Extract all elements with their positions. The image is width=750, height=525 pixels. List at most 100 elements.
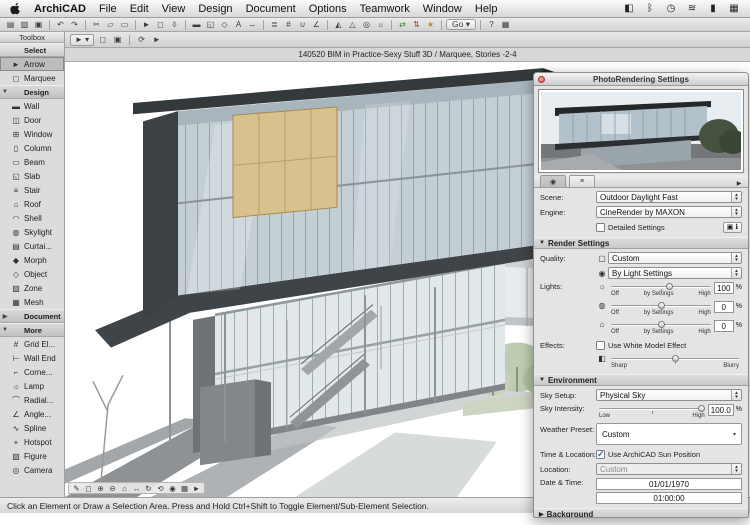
teamwork-send-icon[interactable]: ⇄: [396, 19, 409, 31]
light-intensity-slider[interactable]: [611, 301, 711, 310]
spaces-menu-icon[interactable]: ▦: [728, 3, 740, 14]
paste-icon[interactable]: ▭: [118, 19, 131, 31]
slab-tool-icon[interactable]: ◱: [204, 19, 217, 31]
slider-thumb[interactable]: [658, 321, 665, 328]
object-tool-icon[interactable]: ◇: [218, 19, 231, 31]
fit-in-window-icon[interactable]: ⌂: [119, 484, 130, 493]
tool-window[interactable]: ⊞ Window: [0, 127, 64, 141]
menu-item[interactable]: Options: [309, 3, 347, 15]
photorendering-settings-tab[interactable]: ≡: [569, 175, 595, 187]
tool-radial-dimension[interactable]: ⌒ Radial...: [0, 393, 64, 407]
sun-position-checkbox[interactable]: [596, 450, 605, 459]
camera-view-icon[interactable]: ◎: [360, 19, 373, 31]
slider-thumb[interactable]: [672, 355, 679, 362]
rotate-marquee-icon[interactable]: ⟳: [135, 34, 148, 46]
tool-roof[interactable]: ⌂ Roof: [0, 197, 64, 211]
pan-icon[interactable]: ↔: [131, 484, 142, 493]
tool-marquee[interactable]: ◻ Marquee: [0, 71, 64, 85]
battery-menu-icon[interactable]: ▮: [707, 3, 719, 14]
grid-snap-icon[interactable]: #: [282, 19, 295, 31]
zoom-box-icon[interactable]: ◻: [83, 484, 94, 493]
detailed-settings-checkbox[interactable]: [596, 223, 605, 232]
separator[interactable]: [391, 20, 392, 30]
slider-thumb[interactable]: [698, 405, 705, 412]
white-model-checkbox[interactable]: [596, 341, 605, 350]
selection-style-dropdown[interactable]: ► ▾: [70, 34, 94, 46]
render-settings-section-header[interactable]: ▼ Render Settings: [534, 237, 748, 249]
light-mode-popup[interactable]: By Light Settings: [608, 267, 742, 279]
tool-angle-dimension[interactable]: ∠ Angle...: [0, 407, 64, 421]
tool-shell[interactable]: ◠ Shell: [0, 211, 64, 225]
cut-icon[interactable]: ✂: [90, 19, 103, 31]
tool-stair[interactable]: ≡ Stair: [0, 183, 64, 197]
open-project-icon[interactable]: ▧: [18, 19, 31, 31]
go-button[interactable]: Go ▾: [446, 19, 476, 30]
text-tool-icon[interactable]: A: [232, 19, 245, 31]
menu-item[interactable]: Teamwork: [360, 3, 410, 15]
zoom-out-icon[interactable]: ⊖: [107, 484, 118, 493]
engine-extras-button[interactable]: ▣ ℹ: [723, 222, 742, 233]
toolbox-group-design[interactable]: ▼ Design: [0, 85, 64, 99]
arrow-cursor-icon[interactable]: ►: [150, 34, 163, 46]
pick-up-parameters-icon[interactable]: ◊: [168, 19, 181, 31]
help-icon[interactable]: ?: [485, 19, 498, 31]
layout-grid-icon[interactable]: ▦: [179, 484, 190, 493]
quality-popup[interactable]: Custom: [608, 252, 742, 264]
time-field[interactable]: 01:00:00: [596, 492, 742, 504]
menu-item[interactable]: Design: [198, 3, 232, 15]
separator[interactable]: [49, 20, 50, 30]
photorendering-preview-tab[interactable]: ◉: [540, 175, 566, 187]
menu-item[interactable]: Edit: [130, 3, 149, 15]
tool-corner-window[interactable]: ⌐ Corne...: [0, 365, 64, 379]
light-value-field[interactable]: 0: [714, 301, 734, 313]
tool-beam[interactable]: ▭ Beam: [0, 155, 64, 169]
wifi-menu-icon[interactable]: ≋: [686, 3, 698, 14]
redo-icon[interactable]: ↷: [68, 19, 81, 31]
environment-section-header[interactable]: ▼ Environment: [534, 374, 748, 386]
marquee-tool-icon[interactable]: ◻: [154, 19, 167, 31]
scene-popup[interactable]: Outdoor Daylight Fast: [596, 191, 742, 203]
explore-icon[interactable]: ⟲: [155, 484, 166, 493]
wall-tool-icon[interactable]: ▬: [190, 19, 203, 31]
menu-item[interactable]: View: [162, 3, 186, 15]
section-icon[interactable]: △: [346, 19, 359, 31]
tool-hotspot[interactable]: + Hotspot: [0, 435, 64, 449]
tool-curtain-wall[interactable]: ▤ Curtai...: [0, 239, 64, 253]
sky-setup-popup[interactable]: Physical Sky: [596, 389, 742, 401]
tool-column[interactable]: ▯ Column: [0, 141, 64, 155]
menu-item[interactable]: File: [99, 3, 117, 15]
light-value-field[interactable]: 100: [714, 282, 734, 294]
apple-menu[interactable]: [10, 2, 21, 15]
tool-lamp[interactable]: ☼ Lamp: [0, 379, 64, 393]
marquee-thin-icon[interactable]: ◻: [96, 34, 109, 46]
zoom-in-icon[interactable]: ⊕: [95, 484, 106, 493]
panel-titlebar[interactable]: PhotoRendering Settings: [534, 73, 748, 86]
menu-item[interactable]: Help: [475, 3, 498, 15]
gravity-icon[interactable]: ∪: [296, 19, 309, 31]
pen-style-icon[interactable]: ✎: [71, 484, 82, 493]
background-section-header[interactable]: ▶ Background: [534, 508, 748, 518]
time-machine-menu-icon[interactable]: ◷: [665, 3, 677, 14]
arrow-tool-icon[interactable]: ►: [140, 19, 153, 31]
menu-item[interactable]: Document: [246, 3, 296, 15]
save-icon[interactable]: ▣: [32, 19, 45, 31]
bluetooth-menu-icon[interactable]: ᛒ: [644, 3, 656, 14]
light-intensity-slider[interactable]: [611, 282, 711, 291]
date-field[interactable]: 01/01/1970: [596, 478, 742, 490]
tool-morph[interactable]: ◆ Morph: [0, 253, 64, 267]
teamwork-receive-icon[interactable]: ⇅: [410, 19, 423, 31]
tool-wall[interactable]: ▬ Wall: [0, 99, 64, 113]
light-intensity-slider[interactable]: [611, 320, 711, 329]
tool-skylight[interactable]: ◍ Skylight: [0, 225, 64, 239]
tool-grid-element[interactable]: # Grid El...: [0, 337, 64, 351]
layers-icon[interactable]: ≣: [268, 19, 281, 31]
select-arrow-icon[interactable]: ►: [191, 484, 202, 493]
separator[interactable]: [441, 20, 442, 30]
light-value-field[interactable]: 0: [714, 320, 734, 332]
tab-overflow-button[interactable]: ▶: [733, 180, 745, 187]
render-icon[interactable]: ☼: [374, 19, 387, 31]
undo-icon[interactable]: ↶: [54, 19, 67, 31]
toolbox-section-select[interactable]: Select: [0, 43, 64, 57]
guide-lines-icon[interactable]: ∠: [310, 19, 323, 31]
organizer-icon[interactable]: ▦: [499, 19, 512, 31]
